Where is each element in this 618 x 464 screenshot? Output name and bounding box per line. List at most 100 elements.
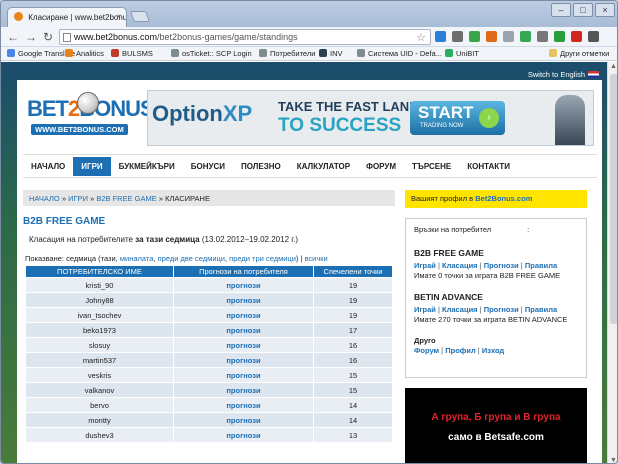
url-domain: www.bet2bonus.com [74, 32, 158, 42]
tab-close-icon[interactable]: × [116, 12, 121, 21]
scrollbar-thumb[interactable] [610, 74, 617, 324]
extension-icon[interactable] [435, 31, 446, 42]
cell-username: Johny88 [25, 292, 174, 308]
breadcrumb-home[interactable]: НАЧАЛО [29, 194, 60, 203]
forward-icon[interactable]: → [25, 30, 37, 44]
bookmark-icon [357, 49, 365, 57]
bookmark-item[interactable]: Система UID - Defa... [357, 49, 442, 58]
cell-username: slosuy [25, 337, 174, 353]
cell-points: 16 [313, 337, 393, 353]
nav-item[interactable]: ПОЛЕЗНО [233, 157, 289, 176]
scroll-down-icon[interactable]: ▼ [610, 457, 617, 463]
extension-icon[interactable] [520, 31, 531, 42]
col-username: ПОТРЕБИТЕЛСКО ИМЕ [25, 265, 174, 278]
breadcrumb-games[interactable]: ИГРИ [68, 194, 88, 203]
profile-header-link[interactable]: Bet2Bonus.com [475, 194, 532, 203]
cell-username: ivan_tsochev [25, 307, 174, 323]
bookmark-item[interactable]: BULSMS [111, 49, 153, 58]
bookmark-item[interactable]: INV [319, 49, 343, 58]
cell-prognoses-link[interactable]: прогнози [173, 292, 314, 308]
profile-link[interactable]: Класация [442, 261, 478, 270]
close-window-button[interactable]: × [595, 3, 615, 17]
extension-icon[interactable] [571, 31, 582, 42]
extension-icon[interactable] [486, 31, 497, 42]
address-bar[interactable]: www.bet2bonus.com/bet2bonus-games/game/s… [59, 29, 431, 45]
page-scrollbar[interactable]: ▲ ▼ [607, 62, 617, 463]
profile-link[interactable]: Профил [445, 346, 476, 355]
game2-desc: Имате 270 точки за играта BETIN ADVANCE [414, 315, 568, 324]
new-tab-button[interactable] [129, 11, 151, 22]
banner-brand: OptionXP [152, 101, 252, 127]
cell-points: 14 [313, 397, 393, 413]
cell-prognoses-link[interactable]: прогнози [173, 427, 314, 443]
extension-icon[interactable] [537, 31, 548, 42]
other-bookmarks[interactable]: Други отметки [549, 49, 609, 58]
switch-language-link[interactable]: Switch to English [528, 70, 599, 79]
reload-icon[interactable]: ↻ [43, 30, 53, 44]
bookmark-star-icon[interactable]: ☆ [416, 31, 426, 44]
optionxp-banner[interactable]: OptionXP TAKE THE FAST LANE TO SUCCESS S… [147, 90, 594, 146]
profile-link[interactable]: Играй [414, 261, 436, 270]
profile-link[interactable]: Прогнози [484, 261, 519, 270]
cell-prognoses-link[interactable]: прогнози [173, 337, 314, 353]
nav-item[interactable]: КОНТАКТИ [459, 157, 518, 176]
switch-language-label: Switch to English [527, 70, 585, 79]
profile-link[interactable]: Изход [482, 346, 504, 355]
filter-two-weeks[interactable]: преди две седмици [158, 254, 225, 263]
extension-icon[interactable] [503, 31, 514, 42]
browser-tab[interactable]: Класиране | www.bet2bonus × [7, 7, 127, 27]
profile-link[interactable]: Играй [414, 305, 436, 314]
back-icon[interactable]: ← [7, 30, 19, 44]
cell-username: valkanov [25, 382, 174, 398]
bookmark-item[interactable]: Потребители [259, 49, 315, 58]
profile-header-text: Вашият профил в [411, 194, 476, 203]
cell-prognoses-link[interactable]: прогнози [173, 307, 314, 323]
breadcrumb-game[interactable]: B2B FREE GAME [96, 194, 156, 203]
filter-three-weeks[interactable]: преди три седмици [229, 254, 296, 263]
banner-start-button[interactable]: START TRADING NOW › [410, 101, 505, 135]
profile-link[interactable]: Правила [525, 261, 557, 270]
nav-item[interactable]: НАЧАЛО [23, 157, 73, 176]
table-row: ivan_tsochev прогнози 19 [25, 307, 393, 323]
nav-item[interactable]: БУКМЕЙКЪРИ [111, 157, 183, 176]
uk-flag-icon [588, 71, 599, 78]
profile-header: Вашият профил в Bet2Bonus.com [405, 190, 587, 208]
cell-prognoses-link[interactable]: прогнози [173, 277, 314, 293]
profile-link[interactable]: Класация [442, 305, 478, 314]
site-logo[interactable]: BET2BONUS WWW.BET2BONUS.COM [27, 92, 155, 144]
bookmark-item[interactable]: UniBIT [445, 49, 479, 58]
bookmark-item[interactable]: osTicket:: SCP Login [171, 49, 252, 58]
filter-last-week[interactable]: миналата [120, 254, 154, 263]
nav-item[interactable]: КАЛКУЛАТОР [289, 157, 358, 176]
filter-all[interactable]: всички [305, 254, 328, 263]
extension-icon[interactable] [588, 31, 599, 42]
nav-item[interactable]: ТЪРСЕНЕ [404, 157, 459, 176]
maximize-button[interactable]: □ [573, 3, 593, 17]
minimize-button[interactable]: – [551, 3, 571, 17]
cell-prognoses-link[interactable]: прогнози [173, 397, 314, 413]
cell-points: 19 [313, 277, 393, 293]
extension-icon[interactable] [452, 31, 463, 42]
cell-prognoses-link[interactable]: прогнози [173, 412, 314, 428]
nav-item[interactable]: БОНУСИ [183, 157, 233, 176]
cell-prognoses-link[interactable]: прогнози [173, 382, 314, 398]
extension-icon[interactable] [554, 31, 565, 42]
bookmark-icon [445, 49, 453, 57]
cell-prognoses-link[interactable]: прогнози [173, 367, 314, 383]
bookmark-item[interactable]: Analitics [65, 49, 104, 58]
nav-item[interactable]: ИГРИ [73, 156, 111, 176]
extension-icons [435, 31, 599, 42]
profile-link[interactable]: Форум [414, 346, 439, 355]
banner-brand-a: Option [152, 101, 223, 126]
scroll-up-icon[interactable]: ▲ [610, 63, 617, 70]
profile-link[interactable]: Правила [525, 305, 557, 314]
profile-link[interactable]: Прогнози [484, 305, 519, 314]
table-row: martin537 прогнози 16 [25, 352, 393, 368]
start-label: START [418, 103, 474, 122]
cell-prognoses-link[interactable]: прогнози [173, 322, 314, 338]
nav-item[interactable]: ФОРУМ [358, 157, 404, 176]
extension-icon[interactable] [469, 31, 480, 42]
cell-prognoses-link[interactable]: прогнози [173, 352, 314, 368]
betsafe-ad[interactable]: А група, Б група и В група само в Betsaf… [405, 388, 587, 463]
cell-username: veskris [25, 367, 174, 383]
